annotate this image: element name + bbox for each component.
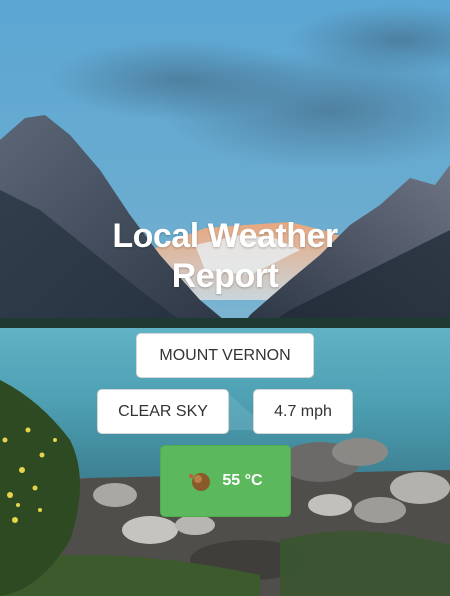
wind-speed-card: 4.7 mph [253, 389, 353, 434]
page-title: Local Weather Report [0, 216, 450, 296]
temperature-value: 55 °C [222, 472, 263, 489]
page-title-line2: Report [171, 257, 279, 295]
weather-icon [189, 473, 211, 491]
location-card: MOUNT VERNON [136, 333, 314, 378]
page-title-line1: Local Weather [112, 217, 338, 255]
condition-card: CLEAR SKY [97, 389, 229, 434]
temperature-card: 55 °C [160, 445, 291, 517]
